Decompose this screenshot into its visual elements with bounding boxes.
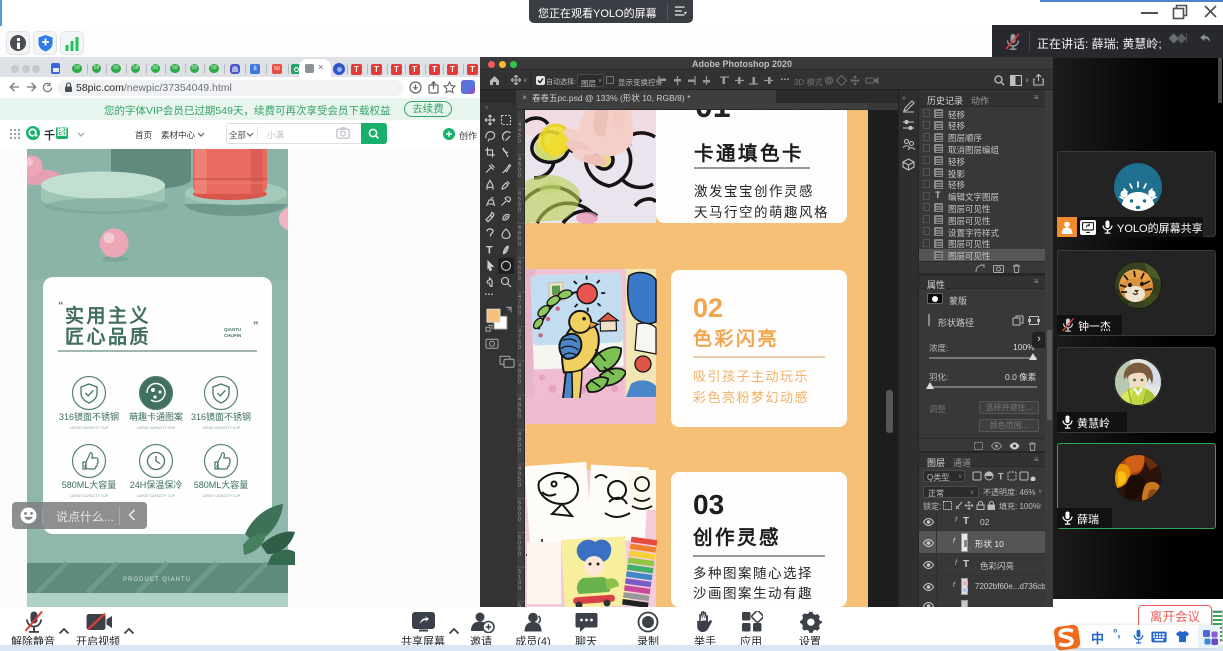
- svg-text:0: 0: [518, 448, 521, 454]
- svg-text:0: 0: [518, 276, 521, 282]
- svg-text:»: »: [902, 95, 906, 102]
- svg-text:0: 0: [518, 139, 521, 145]
- svg-text:01: 01: [695, 110, 731, 124]
- svg-text:316镜面不锈钢: 316镜面不锈钢: [59, 411, 119, 422]
- svg-text:0: 0: [518, 311, 521, 317]
- svg-text:卡通填色卡: 卡通填色卡: [694, 142, 804, 165]
- svg-text:吸引孩子主动玩乐: 吸引孩子主动玩乐: [693, 369, 809, 384]
- svg-text:0: 0: [518, 345, 521, 351]
- svg-text:LARGE CAPACITY CUP: LARGE CAPACITY CUP: [202, 494, 241, 498]
- svg-text:«: «: [485, 105, 489, 111]
- svg-text:0: 0: [518, 173, 521, 179]
- svg-text:LARGE CAPACITY CUP: LARGE CAPACITY CUP: [137, 426, 176, 430]
- svg-text:0: 0: [518, 517, 521, 523]
- svg-text:0: 0: [518, 207, 521, 213]
- svg-text:02: 02: [693, 293, 723, 323]
- svg-text:LARGE CAPACITY CUP: LARGE CAPACITY CUP: [202, 426, 241, 430]
- svg-text:多种图案随心选择: 多种图案随心选择: [693, 565, 813, 581]
- svg-text:沙画图案生动有趣: 沙画图案生动有趣: [693, 585, 813, 601]
- svg-text:580ML大容量: 580ML大容量: [62, 479, 117, 490]
- svg-text:激发宝宝创作灵感: 激发宝宝创作灵感: [694, 183, 814, 199]
- svg-text:0: 0: [518, 551, 521, 557]
- svg-text:03: 03: [693, 489, 724, 520]
- svg-text:316镜面不锈钢: 316镜面不锈钢: [191, 411, 251, 422]
- svg-text:彩色亮粉梦幻动感: 彩色亮粉梦幻动感: [693, 390, 809, 405]
- svg-text:0: 0: [518, 414, 521, 420]
- svg-text:580ML大容量: 580ML大容量: [194, 479, 249, 490]
- svg-text:0: 0: [518, 379, 521, 385]
- svg-text:LARGE CAPACITY CUP: LARGE CAPACITY CUP: [70, 426, 109, 430]
- svg-text:T: T: [998, 472, 1004, 482]
- svg-text:0: 0: [518, 483, 521, 489]
- svg-text:天马行空的萌趣风格: 天马行空的萌趣风格: [694, 205, 829, 220]
- svg-text:萌趣卡通图案: 萌趣卡通图案: [129, 411, 183, 422]
- svg-text:LARGE CAPACITY CUP: LARGE CAPACITY CUP: [137, 494, 176, 498]
- svg-text:0: 0: [518, 586, 521, 592]
- svg-text:LARGE CAPACITY CUP: LARGE CAPACITY CUP: [70, 494, 109, 498]
- svg-text:色彩闪亮: 色彩闪亮: [693, 327, 779, 350]
- svg-text:创作灵感: 创作灵感: [692, 526, 781, 549]
- svg-text:…: …: [484, 287, 494, 298]
- svg-text:T: T: [486, 245, 493, 257]
- svg-text:0: 0: [518, 242, 521, 248]
- svg-text:24H保温保冷: 24H保温保冷: [130, 479, 183, 490]
